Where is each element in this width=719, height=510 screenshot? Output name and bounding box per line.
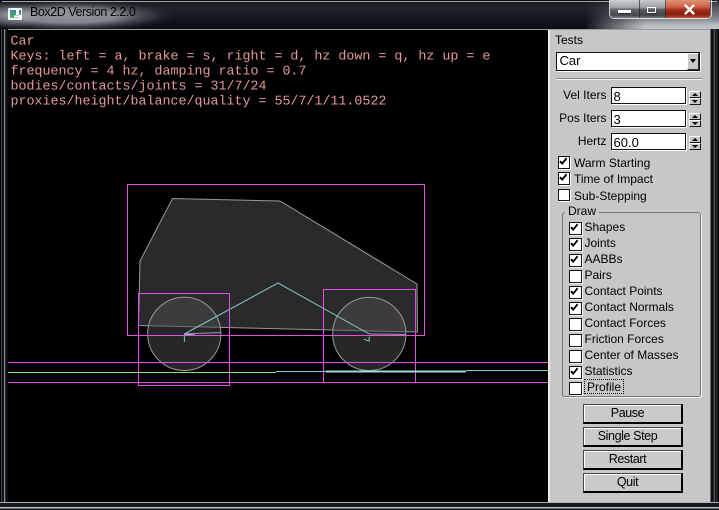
svg-text:proxies/height/balance/quality: proxies/height/balance/quality = 55/7/1/… bbox=[11, 95, 387, 110]
svg-text:bodies/contacts/joints = 31/7/: bodies/contacts/joints = 31/7/24 bbox=[11, 80, 267, 95]
svg-text:Keys: left = a, brake = s, rig: Keys: left = a, brake = s, right = d, hz… bbox=[11, 50, 491, 65]
svg-text:Car: Car bbox=[11, 35, 35, 50]
svg-text:frequency = 4 hz, damping rati: frequency = 4 hz, damping ratio = 0.7 bbox=[11, 65, 307, 80]
